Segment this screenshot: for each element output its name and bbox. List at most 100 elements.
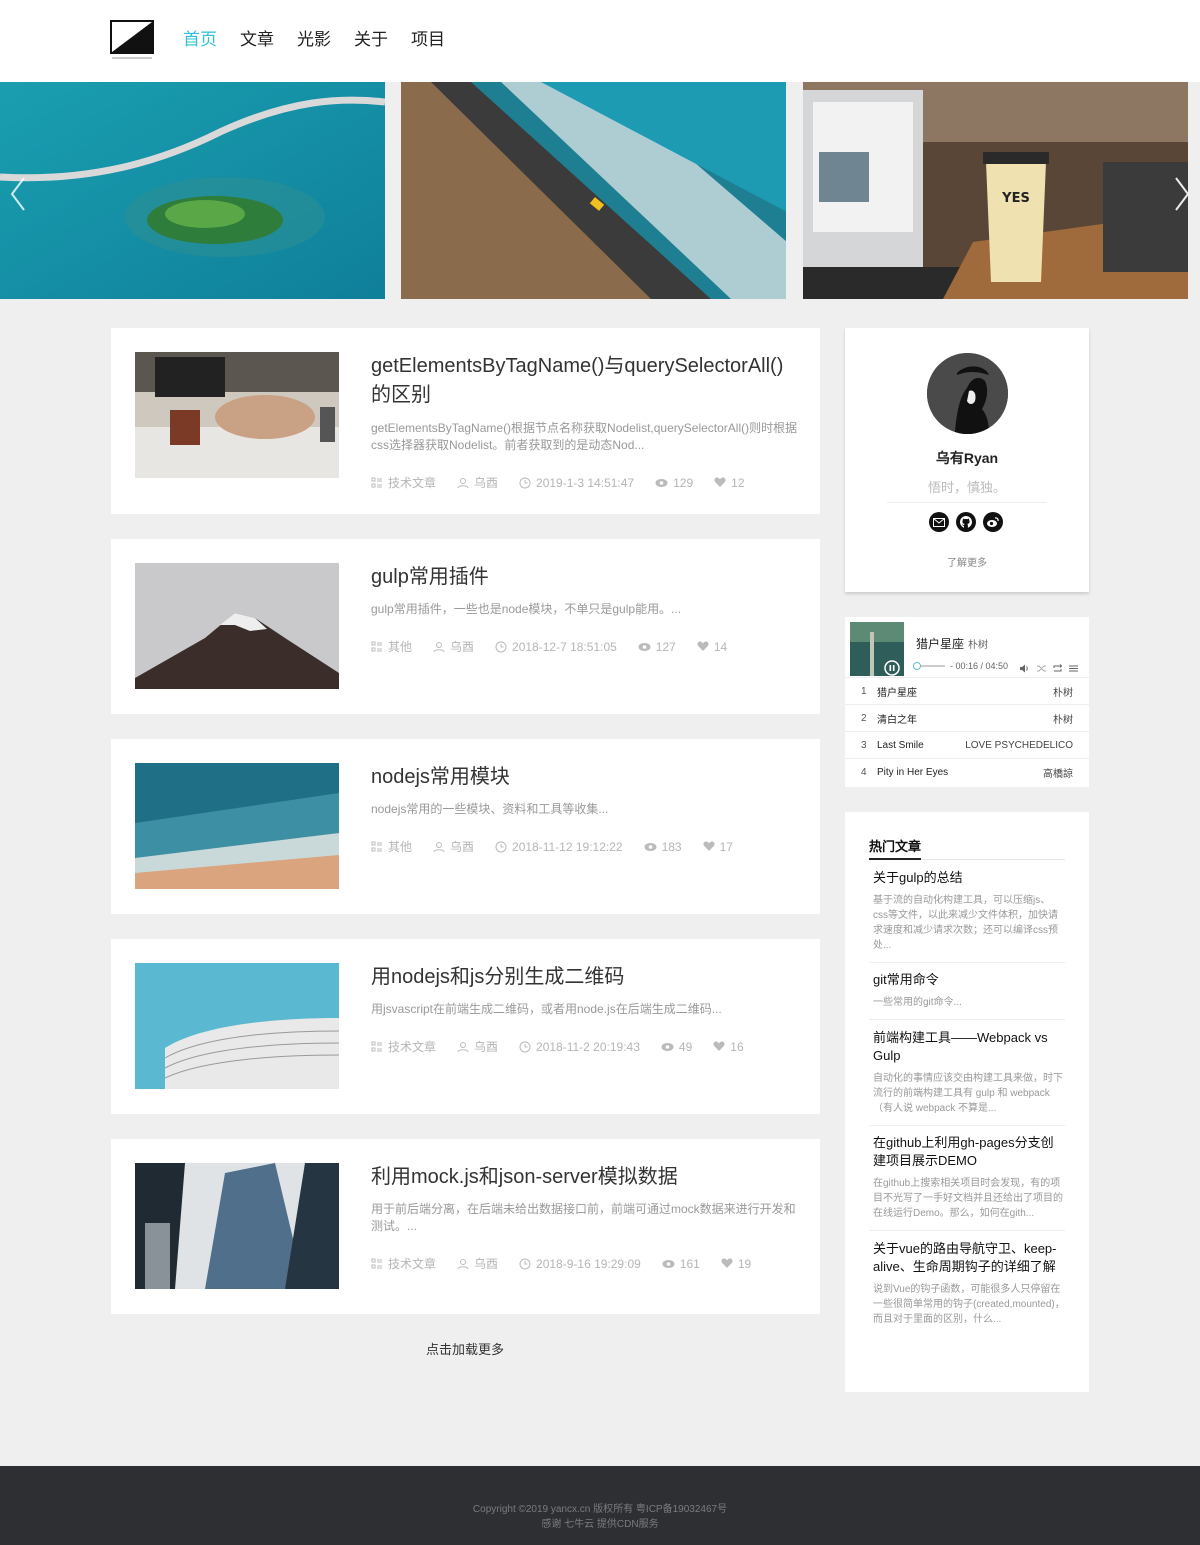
article-category[interactable]: 技术文章 [371, 1255, 436, 1272]
article-date: 2018-11-2 20:19:43 [519, 1040, 640, 1054]
article-title[interactable]: getElementsByTagName()与querySelectorAll(… [371, 352, 801, 410]
progress-handle[interactable] [912, 662, 921, 670]
clock-icon [495, 641, 507, 652]
playlist-item[interactable]: 3 Last Smile LOVE PSYCHEDELICO [845, 731, 1089, 758]
carousel-slide-road[interactable] [401, 82, 786, 299]
article-thumbnail[interactable] [135, 763, 339, 889]
avatar[interactable] [927, 353, 1008, 434]
article-card[interactable]: gulp常用插件 gulp常用插件，一些也是node模块，不单只是gulp能用。… [111, 539, 820, 714]
article-thumbnail[interactable] [135, 563, 339, 689]
clock-icon [495, 841, 507, 852]
article-likes[interactable]: 16 [713, 1040, 744, 1054]
copyright-text: Copyright ©2019 yancx.cn 版权所有 粤ICP备19032… [472, 1504, 728, 1515]
nav-about[interactable]: 关于 [354, 28, 388, 52]
article-likes[interactable]: 14 [697, 640, 727, 654]
carousel-prev-arrow[interactable] [6, 174, 30, 214]
article-card[interactable]: getElementsByTagName()与querySelectorAll(… [111, 328, 820, 514]
article-meta: 技术文章 乌酉 2019-1-3 14:51:47 129 12 [371, 474, 766, 491]
hot-article-summary: 在github上搜索相关项目时会发现，有的项目不光写了一手好文档并且还给出了项目… [873, 1178, 1063, 1219]
footer: Copyright ©2019 yancx.cn 版权所有 粤ICP备19032… [0, 1466, 1200, 1545]
article-title[interactable]: 利用mock.js和json-server模拟数据 [371, 1163, 801, 1192]
article-category[interactable]: 其他 [371, 838, 412, 855]
main-nav: 首页 文章 光影 关于 项目 [183, 28, 468, 52]
heart-icon [703, 841, 715, 851]
github-icon[interactable] [956, 512, 976, 532]
hot-article-title[interactable]: 关于vue的路由导航守卫、keep-alive、生命周期钩子的详细了解 [873, 1240, 1065, 1276]
hot-article-title[interactable]: git常用命令 [873, 971, 1065, 989]
article-category[interactable]: 其他 [371, 638, 412, 655]
hot-articles-heading: 热门文章 [869, 836, 1065, 860]
clock-icon [519, 1258, 531, 1269]
article-likes[interactable]: 17 [703, 840, 733, 854]
article-meta: 其他 乌酉 2018-12-7 18:51:05 127 14 [371, 638, 748, 655]
header: 首页 文章 光影 关于 项目 [0, 0, 1200, 82]
eye-icon [644, 842, 657, 851]
article-author: 乌酉 [457, 1038, 498, 1055]
profile-card: 乌有Ryan 悟时，慎独。 了解更多 [845, 328, 1089, 592]
progress-bar[interactable] [912, 662, 945, 670]
playlist-icon[interactable] [1068, 661, 1079, 672]
nav-articles[interactable]: 文章 [240, 28, 274, 52]
volume-icon[interactable] [1019, 661, 1030, 673]
article-category[interactable]: 技术文章 [371, 1038, 436, 1055]
article-date: 2018-9-16 19:29:09 [519, 1257, 641, 1271]
article-summary: 用于前后端分离，在后端未给出数据接口前，前端可通过mock数据来进行开发和测试。… [371, 1202, 796, 1233]
weibo-icon[interactable] [983, 512, 1003, 532]
article-category[interactable]: 技术文章 [371, 474, 436, 491]
user-icon [457, 1258, 469, 1269]
play-time: - 00:16 / 04:50 [950, 661, 1009, 671]
article-date: 2019-1-3 14:51:47 [519, 476, 634, 490]
article-title[interactable]: nodejs常用模块 [371, 763, 801, 792]
repeat-icon[interactable] [1052, 661, 1063, 672]
carousel-slide-island[interactable] [0, 82, 385, 299]
article-card[interactable]: nodejs常用模块 nodejs常用的一些模块、资料和工具等收集... 其他 … [111, 739, 820, 914]
article-views: 127 [638, 640, 676, 654]
hot-article-item[interactable]: 在github上利用gh-pages分支创建项目展示DEMO 在github上搜… [873, 1134, 1065, 1221]
profile-divider [887, 502, 1047, 503]
article-thumbnail[interactable] [135, 963, 339, 1089]
article-thumbnail[interactable] [135, 352, 339, 478]
album-cover[interactable] [850, 622, 904, 676]
heart-icon [714, 477, 726, 487]
playlist-item[interactable]: 1 猎户星座 朴树 [845, 677, 1089, 704]
article-likes[interactable]: 19 [721, 1257, 751, 1271]
article-thumbnail[interactable] [135, 1163, 339, 1289]
article-summary: gulp常用插件，一些也是node模块，不单只是gulp能用。... [371, 602, 682, 616]
article-date: 2018-11-12 19:12:22 [495, 840, 623, 854]
nav-projects[interactable]: 项目 [411, 28, 445, 52]
nav-photos[interactable]: 光影 [297, 28, 331, 52]
nav-home[interactable]: 首页 [183, 28, 217, 52]
eye-icon [661, 1042, 674, 1051]
hot-article-title[interactable]: 关于gulp的总结 [873, 869, 1065, 887]
song-name: 猎户星座 [916, 637, 965, 651]
article-card[interactable]: 利用mock.js和json-server模拟数据 用于前后端分离，在后端未给出… [111, 1139, 820, 1314]
carousel-slide-coffee[interactable]: YES [803, 82, 1188, 299]
playlist-item[interactable]: 4 Pity in Her Eyes 高橋諒 [845, 758, 1089, 785]
site-logo[interactable] [110, 20, 156, 62]
playlist-item[interactable]: 2 清白之年 朴树 [845, 704, 1089, 731]
hot-article-item[interactable]: 关于gulp的总结 基于流的自动化构建工具，可以压缩js、css等文件，以此来减… [873, 869, 1065, 953]
hot-article-title[interactable]: 在github上利用gh-pages分支创建项目展示DEMO [873, 1134, 1065, 1170]
learn-more-link[interactable]: 了解更多 [845, 554, 1089, 569]
carousel-next-arrow[interactable] [1170, 174, 1194, 214]
article-meta: 技术文章 乌酉 2018-11-2 20:19:43 49 16 [371, 1038, 765, 1055]
load-more-button[interactable]: 点击加载更多 [426, 1339, 504, 1358]
email-icon[interactable] [929, 512, 949, 532]
svg-text:YES: YES [1001, 191, 1030, 206]
hot-article-item[interactable]: 前端构建工具——Webpack vs Gulp 自动化的事情应该交由构建工具来做… [873, 1029, 1065, 1116]
hot-article-item[interactable]: 关于vue的路由导航守卫、keep-alive、生命周期钩子的详细了解 说到Vu… [873, 1240, 1065, 1327]
user-icon [457, 477, 469, 488]
article-likes[interactable]: 12 [714, 476, 745, 490]
profile-name: 乌有Ryan [935, 450, 999, 466]
article-views: 129 [655, 476, 693, 490]
article-card[interactable]: 用nodejs和js分别生成二维码 用jsvascript在前端生成二维码，或者… [111, 939, 820, 1114]
hot-article-item[interactable]: git常用命令 一些常用的git命令... [873, 971, 1065, 1010]
hero-carousel[interactable]: YES [0, 82, 1200, 299]
category-icon [371, 841, 382, 851]
hot-article-title[interactable]: 前端构建工具——Webpack vs Gulp [873, 1029, 1065, 1065]
article-author: 乌酉 [457, 1255, 498, 1272]
article-title[interactable]: gulp常用插件 [371, 563, 801, 592]
article-meta: 技术文章 乌酉 2018-9-16 19:29:09 161 19 [371, 1255, 772, 1272]
article-title[interactable]: 用nodejs和js分别生成二维码 [371, 963, 801, 992]
shuffle-icon[interactable] [1036, 661, 1047, 672]
